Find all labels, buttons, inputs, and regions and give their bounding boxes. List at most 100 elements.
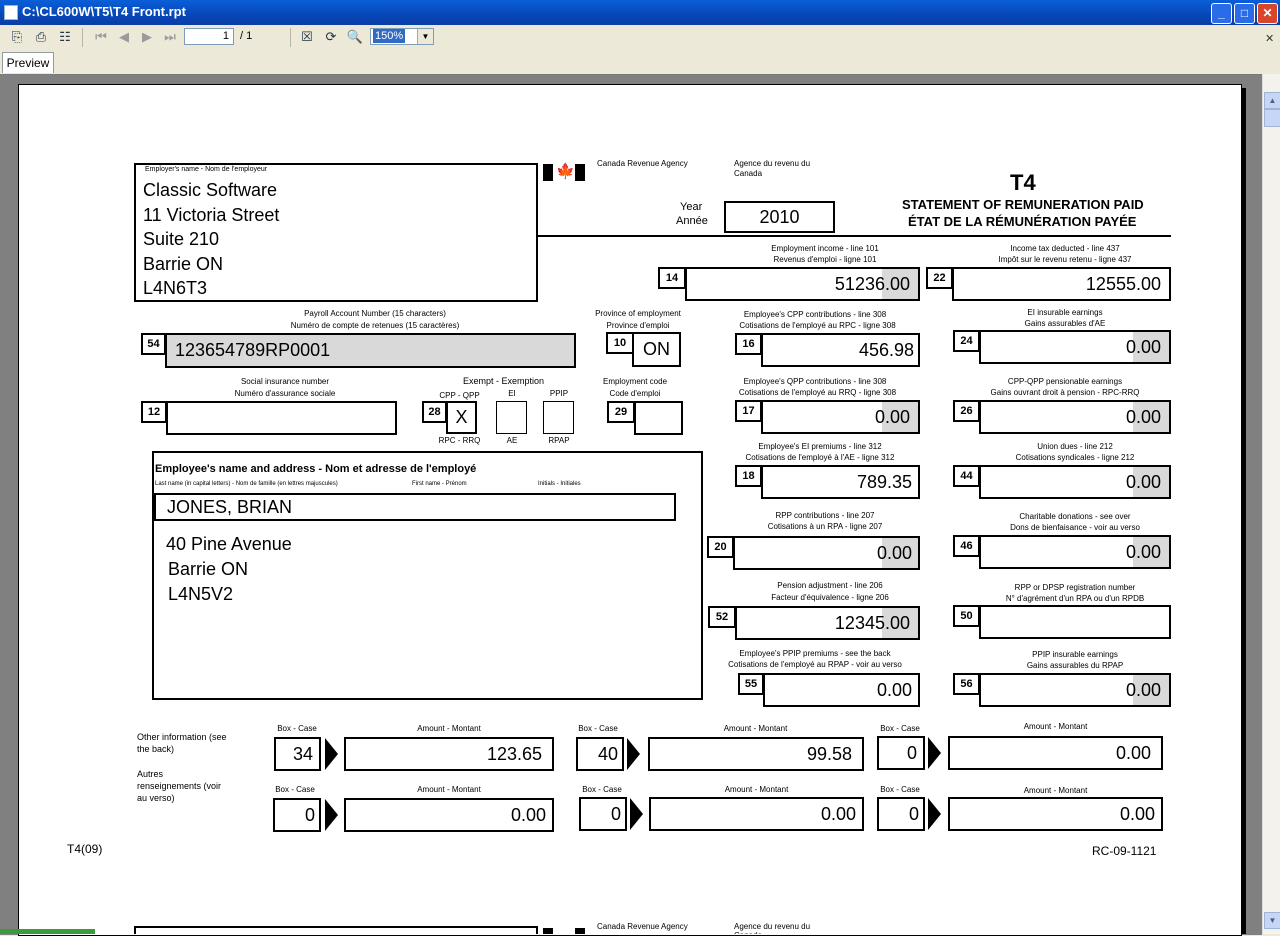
amount-field: 0.00: [979, 535, 1171, 569]
export-icon[interactable]: ⎘: [8, 28, 26, 46]
exempt-ei-checkbox: [496, 401, 527, 434]
rpc-label: RPC - RRQ: [438, 436, 481, 445]
box-label-en: EI insurable earnings: [1027, 308, 1103, 317]
sin-label-fr: Numéro d'assurance sociale: [234, 389, 336, 398]
title-fr: ÉTAT DE LA RÉMUNÉRATION PAYÉE: [908, 214, 1137, 229]
chevron-down-icon[interactable]: ▼: [417, 29, 433, 44]
box-label-fr: Dons de bienfaisance - voir au verso: [1010, 523, 1140, 532]
amount-value: 789.35: [856, 472, 912, 492]
print-icon[interactable]: ⎙: [32, 28, 50, 46]
next-page-flag-logo: [543, 926, 585, 934]
exempt-ppip-checkbox: [543, 401, 574, 434]
box-case-label: Box - Case: [582, 785, 622, 794]
box-label-fr: Gains ouvrant droit à pension - RPC-RRQ: [990, 388, 1140, 397]
payroll-value: 123654789RP0001: [165, 333, 576, 368]
next-page-agency-fr: Agence du revenu du Canada: [734, 922, 811, 934]
arrow-icon: [627, 738, 640, 770]
amount-label: Amount - Montant: [723, 724, 788, 733]
last-page-icon[interactable]: ⏭: [161, 28, 179, 46]
divider: [538, 235, 1171, 237]
amount-field: 789.35: [761, 465, 920, 499]
box-label-fr: Cotisations syndicales - ligne 212: [1015, 453, 1135, 462]
box-label-en: PPIP insurable earnings: [1032, 650, 1118, 659]
box-case-label: Box - Case: [275, 785, 315, 794]
employee-sub-init: Initials - Initiales: [538, 481, 581, 487]
minimize-button[interactable]: _: [1211, 3, 1232, 24]
box-label-fr: Gains assurables d'AE: [1024, 319, 1106, 328]
amount-field: 0.00: [979, 673, 1171, 707]
prev-page-icon[interactable]: ◀: [115, 28, 133, 46]
close-button[interactable]: ✕: [1257, 3, 1278, 24]
amount-field: 0.00: [979, 400, 1171, 434]
box-label-en: Pension adjustment - line 206: [777, 581, 883, 590]
box-number: 16: [735, 333, 762, 355]
other-info-fr: Autres renseignements (voir au verso): [137, 769, 222, 803]
other-amount: 123.65: [344, 737, 554, 771]
scroll-down-icon[interactable]: ▼: [1264, 912, 1280, 929]
year-label-en: Year: [680, 201, 703, 213]
zoom-select[interactable]: 150% ▼: [370, 28, 434, 45]
box-number: 12: [141, 401, 167, 423]
form-code: T4: [1010, 170, 1036, 195]
page-number-input[interactable]: 1: [184, 28, 234, 45]
box-number: 56: [953, 673, 980, 695]
box-number: 46: [953, 535, 980, 557]
box-label-en: RPP or DPSP registration number: [1014, 583, 1136, 592]
tab-preview[interactable]: Preview: [2, 52, 54, 73]
refresh-icon[interactable]: ⟳: [322, 28, 340, 46]
amount-label: Amount - Montant: [1023, 722, 1088, 731]
box-case-label: Box - Case: [880, 785, 920, 794]
close-view-icon[interactable]: ✕: [1265, 32, 1274, 45]
amount-value: 0.00: [1125, 337, 1161, 357]
footer-rc-code: RC-09-1121: [1092, 844, 1157, 858]
amount-label: Amount - Montant: [417, 724, 481, 733]
amount-value: 0.00: [876, 543, 912, 563]
amount-value: 12555.00: [1085, 274, 1161, 294]
other-amount: 0.00: [344, 798, 554, 832]
box-label-fr: Cotisations de l'employé au RRQ - ligne …: [738, 388, 897, 397]
vertical-scrollbar[interactable]: ▲ ▼: [1262, 74, 1280, 934]
amount-field: 456.98: [761, 333, 920, 367]
other-amount: 99.58: [648, 737, 864, 771]
stop-icon[interactable]: ☒: [298, 28, 316, 46]
amount-field: 51236.00: [685, 267, 920, 301]
next-page-icon[interactable]: ▶: [138, 28, 156, 46]
amount-value: 51236.00: [834, 274, 910, 294]
box-label-fr: Revenus d'emploi - ligne 101: [773, 255, 877, 264]
ae-label: AE: [506, 436, 518, 445]
emp-code-value: [634, 401, 683, 435]
title-bar: C:\CL600W\T5\T4 Front.rpt _ □ ✕: [0, 0, 1280, 25]
box-number: 24: [953, 330, 980, 352]
arrow-icon: [325, 799, 338, 831]
employee-address: 40 Pine Avenue Barrie ON L4N5V2: [166, 532, 292, 607]
first-page-icon[interactable]: ⏮: [92, 28, 110, 46]
employee-sub-last: Last name (in capital letters) - Nom de …: [155, 481, 338, 487]
box-label-fr: Cotisations de l'employé au RPAP - voir …: [728, 660, 902, 669]
box-number: 29: [607, 401, 635, 423]
box-label-en: Income tax deducted - line 437: [1010, 244, 1120, 253]
amount-field: 0.00: [979, 330, 1171, 364]
box-number: 20: [707, 536, 734, 558]
amount-value: 0.00: [1125, 472, 1161, 492]
search-icon[interactable]: 🔍: [346, 28, 364, 46]
sin-value: [166, 401, 397, 435]
employer-line: Classic Software: [143, 180, 278, 200]
amount-field: 0.00: [763, 673, 920, 707]
amount-field: 0.00: [761, 400, 920, 434]
box-number: 26: [953, 400, 980, 422]
box-label-en: Employee's EI premiums - line 312: [758, 442, 882, 451]
amount-field: 0.00: [979, 465, 1171, 499]
exempt-cpp-checkbox: X: [446, 401, 477, 434]
scroll-up-icon[interactable]: ▲: [1264, 92, 1280, 109]
box-label-en: Union dues - line 212: [1037, 442, 1113, 451]
scroll-thumb[interactable]: [1264, 109, 1280, 127]
zoom-value: 150%: [373, 29, 406, 43]
other-box-code: 34: [274, 737, 321, 771]
agency-en: Canada Revenue Agency: [597, 159, 688, 168]
province-label-en: Province of employment: [595, 309, 681, 318]
maximize-button[interactable]: □: [1234, 3, 1255, 24]
group-tree-icon[interactable]: ☷: [56, 28, 74, 46]
amount-field: 0.00: [733, 536, 920, 570]
arrow-icon: [325, 738, 338, 770]
arrow-icon: [928, 798, 941, 830]
